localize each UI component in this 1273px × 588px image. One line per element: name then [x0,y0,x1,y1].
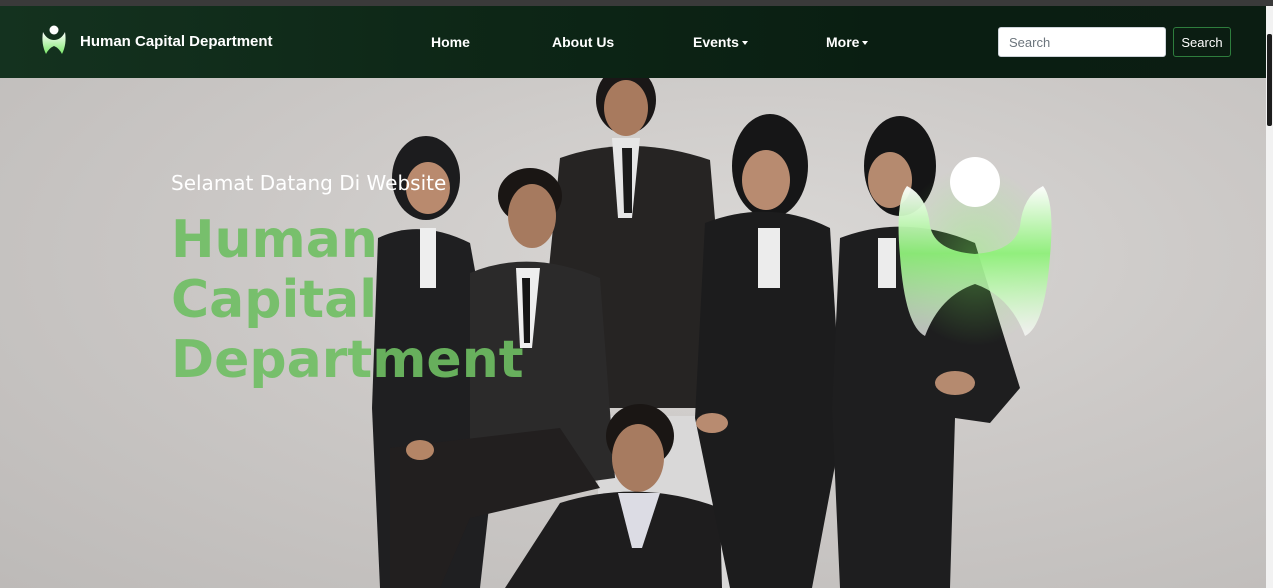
photo-person-5 [695,114,842,588]
search-input[interactable] [998,27,1166,57]
hero-subtitle: Selamat Datang Di Website [171,171,447,195]
hero-title: Human Capital Department [171,210,524,390]
hcd-large-logo-icon [895,157,1055,346]
navbar: Human Capital Department Home About Us E… [0,6,1266,78]
scrollbar[interactable] [1266,6,1273,588]
nav-more-dropdown[interactable]: More [826,34,869,50]
brand-name: Human Capital Department [80,32,273,50]
nav-about-us-link[interactable]: About Us [552,34,614,50]
scrollbar-thumb[interactable] [1267,34,1272,126]
search-button[interactable]: Search [1173,27,1231,57]
nav-events-dropdown[interactable]: Events [693,34,748,50]
nav-home-link[interactable]: Home [431,34,470,50]
hcd-logo-icon [40,24,68,58]
caret-down-icon [741,41,748,46]
brand[interactable]: Human Capital Department [40,24,273,58]
caret-down-icon [862,41,869,46]
hero-section: Selamat Datang Di Website Human Capital … [0,78,1266,588]
